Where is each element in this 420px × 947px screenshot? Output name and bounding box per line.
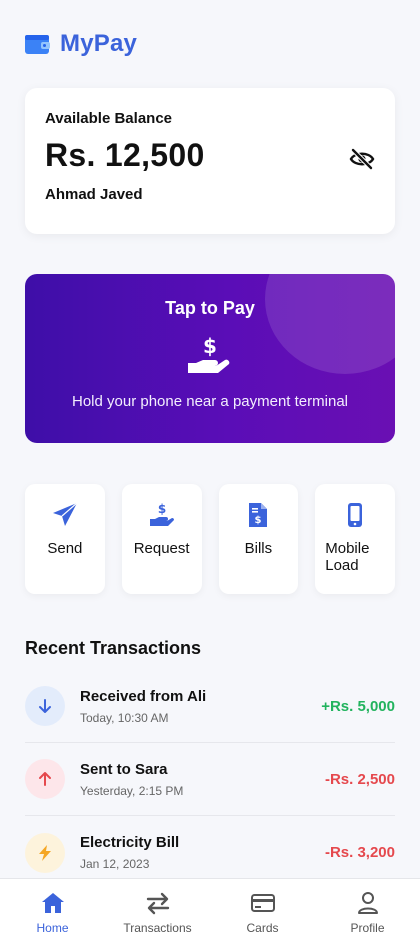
transaction-list: Received from Ali Today, 10:30 AM +Rs. 5…	[25, 670, 395, 889]
balance-label: Available Balance	[45, 110, 173, 127]
invoice-icon: $	[245, 502, 271, 528]
nav-home[interactable]: Home	[0, 891, 105, 935]
transaction-row[interactable]: Received from Ali Today, 10:30 AM +Rs. 5…	[25, 670, 395, 743]
transaction-amount: -Rs. 3,200	[324, 844, 395, 861]
svg-text:$: $	[203, 334, 217, 358]
wallet-icon	[25, 33, 50, 55]
home-icon	[41, 891, 65, 915]
hand-dollar-icon: $	[149, 502, 175, 528]
eye-slash-icon[interactable]	[349, 148, 375, 170]
transaction-time: Yesterday, 2:15 PM	[80, 783, 184, 798]
bills-label: Bills	[244, 540, 273, 557]
nav-cards[interactable]: Cards	[210, 891, 315, 935]
transaction-title: Electricity Bill	[80, 834, 180, 851]
quick-actions: Send $ Request $ Bills Mobile Load	[25, 484, 395, 594]
bottom-navigation: Home Transactions Cards Profile	[0, 878, 420, 947]
transaction-title: Sent to Sara	[80, 760, 168, 778]
nav-transactions-label: Transactions	[123, 921, 192, 935]
transaction-amount: -Rs. 2,500	[324, 770, 395, 788]
request-button[interactable]: $ Request	[121, 484, 202, 594]
app-header: MyPay	[25, 30, 137, 58]
transaction-time: Jan 12, 2023	[80, 857, 150, 871]
paper-plane-icon	[52, 502, 78, 528]
nav-profile[interactable]: Profile	[315, 891, 420, 935]
nav-cards-label: Cards	[246, 921, 279, 935]
send-button[interactable]: Send	[25, 484, 105, 594]
svg-text:$: $	[255, 515, 262, 526]
svg-text:$: $	[157, 502, 165, 516]
arrow-up-icon	[25, 759, 65, 799]
credit-card-icon	[250, 891, 275, 915]
app-title: MyPay	[60, 30, 138, 57]
request-label: Request	[133, 540, 190, 557]
nav-transactions[interactable]: Transactions	[105, 891, 210, 935]
mobile-load-label: Mobile Load	[325, 540, 370, 574]
nav-profile-label: Profile	[350, 921, 385, 935]
nav-home-label: Home	[36, 921, 69, 935]
balance-amount: Rs. 12,500	[45, 137, 205, 173]
transaction-time: Today, 10:30 AM	[80, 710, 169, 725]
mobile-load-button[interactable]: Mobile Load	[315, 484, 395, 594]
transaction-title: Received from Ali	[80, 687, 207, 705]
bolt-icon	[25, 832, 65, 873]
transaction-row[interactable]: Sent to Sara Yesterday, 2:15 PM -Rs. 2,5…	[25, 743, 395, 816]
tap-to-pay-card[interactable]: Tap to Pay $ Hold your phone near a paym…	[25, 274, 395, 443]
transaction-amount: +Rs. 5,000	[321, 697, 395, 715]
tap-to-pay-title: Tap to Pay	[165, 298, 255, 318]
account-holder-name: Ahmad Javed	[45, 186, 143, 203]
send-label: Send	[47, 540, 83, 557]
arrow-down-icon	[25, 686, 65, 726]
balance-card: Available Balance Rs. 12,500 Ahmad Javed	[25, 88, 395, 234]
mobile-icon	[342, 502, 368, 528]
exchange-icon	[146, 891, 170, 915]
bills-button[interactable]: $ Bills	[218, 484, 299, 594]
user-icon	[356, 891, 380, 915]
decorative-circle	[265, 274, 395, 374]
hand-dollar-icon: $	[185, 333, 235, 379]
tap-to-pay-subtitle: Hold your phone near a payment terminal	[72, 393, 348, 410]
recent-transactions-title: Recent Transactions	[25, 638, 202, 658]
